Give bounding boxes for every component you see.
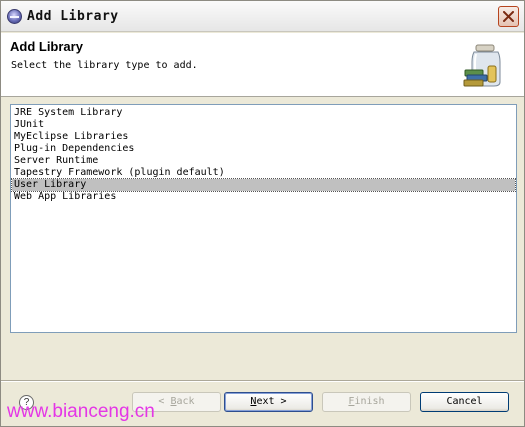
window-title: Add Library — [27, 9, 119, 24]
list-item[interactable]: Web App Libraries — [12, 191, 515, 203]
list-item[interactable]: Plug-in Dependencies — [12, 143, 515, 155]
list-item[interactable]: Tapestry Framework (plugin default) — [12, 167, 515, 179]
title-bar[interactable]: Add Library — [1, 1, 524, 32]
list-item-selected[interactable]: User Library — [11, 178, 516, 192]
list-item[interactable]: JUnit — [12, 119, 515, 131]
finish-button[interactable]: Finish — [322, 392, 411, 412]
list-item[interactable]: MyEclipse Libraries — [12, 131, 515, 143]
eclipse-icon — [7, 9, 22, 24]
wizard-header: Add Library Select the library type to a… — [1, 33, 524, 97]
wizard-description: Select the library type to add. — [11, 60, 198, 71]
list-item[interactable]: Server Runtime — [12, 155, 515, 167]
back-arrow-label: < — [158, 396, 171, 407]
library-type-list[interactable]: JRE System Library JUnit MyEclipse Libra… — [10, 104, 517, 333]
close-icon — [503, 11, 514, 22]
wizard-title: Add Library — [10, 39, 83, 54]
finish-label: inish — [354, 396, 385, 407]
button-bar-divider — [1, 380, 524, 382]
next-label: ext > — [256, 396, 287, 407]
close-button[interactable] — [498, 6, 519, 27]
cancel-label: Cancel — [446, 396, 483, 407]
cancel-button[interactable]: Cancel — [420, 392, 509, 412]
add-library-dialog: Add Library Add Library Select the libra… — [0, 0, 525, 427]
library-jar-icon — [463, 44, 501, 87]
next-button[interactable]: Next > — [224, 392, 313, 412]
list-item[interactable]: JRE System Library — [12, 107, 515, 119]
back-label: ack — [176, 396, 195, 407]
watermark-text: www.bianceng.cn — [7, 401, 155, 422]
